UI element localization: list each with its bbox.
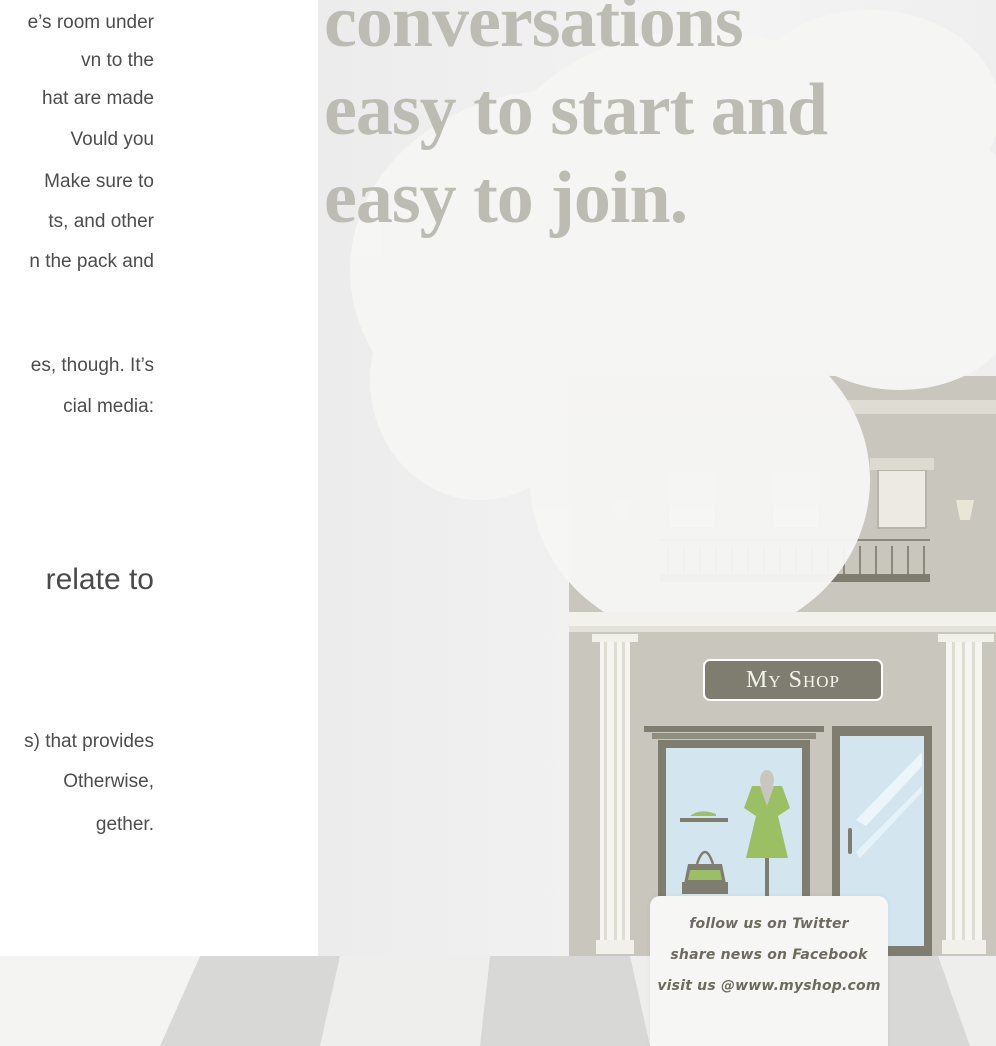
twitter-link[interactable]: follow us on Twitter [650,916,888,932]
headline-line: conversations [324,0,744,63]
social-card: follow us on Twitter share news on Faceb… [650,896,888,1046]
shop-sign-text: My Shop [746,666,840,693]
headline: conversations easy to start and easy to … [324,0,828,242]
website-link[interactable]: visit us @www.myshop.com [650,978,888,994]
page: e’s room under vn to the hat are made Vo… [0,0,996,1046]
crosswalk-stripe [480,956,650,1046]
facebook-link[interactable]: share news on Facebook [650,947,888,963]
storefront-cornice [569,612,996,626]
door-handle [848,828,852,854]
window-awning [644,726,824,732]
display-shelf [680,818,728,822]
headline-line: easy to start and [324,69,828,151]
headline-line: easy to join. [324,157,688,239]
